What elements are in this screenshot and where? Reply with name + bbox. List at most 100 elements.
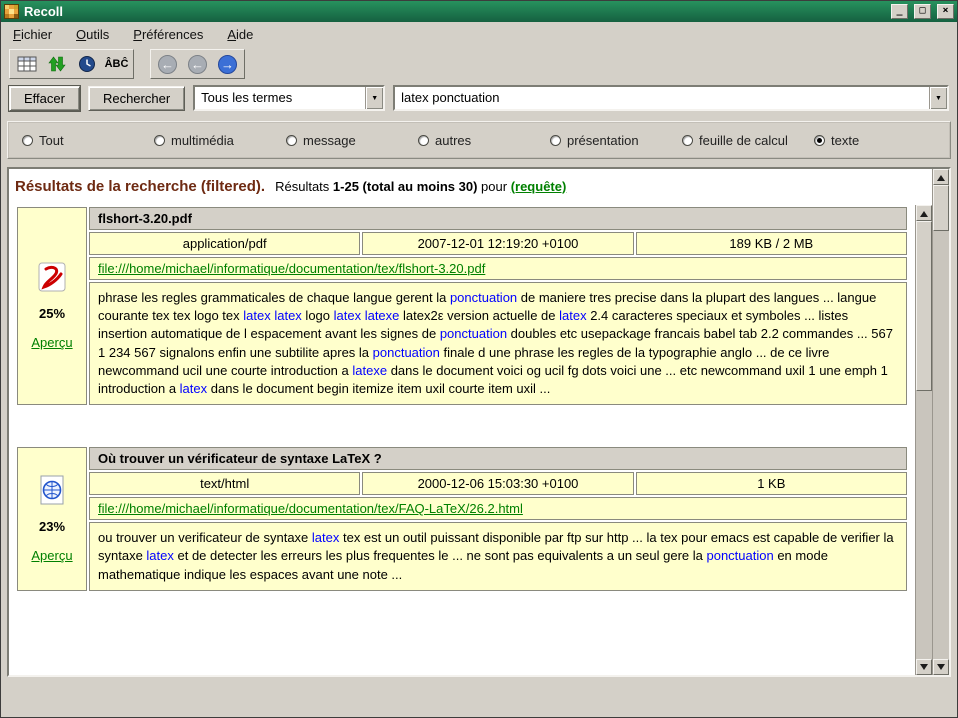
app-icon — [4, 4, 19, 19]
menu-aide[interactable]: Aide — [227, 27, 253, 42]
result-filename: flshort-3.20.pdf — [89, 207, 907, 230]
filter-label: autres — [435, 133, 471, 148]
next-page-button[interactable]: → — [214, 52, 241, 76]
result-meta-row: application/pdf 2007-12-01 12:19:20 +010… — [89, 232, 907, 255]
triangle-up-icon — [920, 207, 928, 217]
search-button[interactable]: Rechercher — [88, 86, 185, 111]
window-title: Recoll — [24, 4, 885, 19]
results-title: Résultats de la recherche (filtered). — [15, 178, 265, 195]
search-mode-value: Tous les termes — [195, 87, 365, 109]
scrollbar-track[interactable] — [916, 391, 932, 659]
result-meta-row: text/html 2000-12-06 15:03:30 +0100 1 KB — [89, 472, 907, 495]
result-size: 1 KB — [636, 472, 907, 495]
history-button[interactable] — [73, 52, 100, 76]
arrow-left-icon: ← — [188, 55, 207, 74]
scrollbar-thumb[interactable] — [933, 185, 949, 231]
filter-label: texte — [831, 133, 859, 148]
filter-feuille-de-calcul[interactable]: feuille de calcul — [682, 133, 814, 148]
result-item: 25% Aperçu flshort-3.20.pdf application/… — [17, 207, 907, 405]
results-scrollbar-outer[interactable] — [932, 169, 949, 675]
result-size: 189 KB / 2 MB — [636, 232, 907, 255]
scrollbar-thumb[interactable] — [916, 221, 932, 391]
table-icon — [17, 55, 37, 73]
clear-search-button[interactable] — [13, 52, 40, 76]
clear-button[interactable]: Effacer — [9, 86, 80, 111]
toolbar: ÂBĈ ← ← → — [1, 47, 957, 81]
radio-icon — [286, 135, 297, 146]
clock-icon — [78, 55, 96, 73]
category-filter-bar: Tout multimédia message autres présentat… — [7, 121, 951, 159]
abc-icon: ÂBĈ — [105, 58, 129, 70]
scroll-up-button[interactable] — [933, 169, 949, 185]
scrollbar-track[interactable] — [933, 231, 949, 659]
triangle-up-icon — [937, 171, 945, 181]
scroll-up-button[interactable] — [916, 205, 932, 221]
filter-texte[interactable]: texte — [814, 133, 859, 148]
chevron-down-icon[interactable]: ▼ — [365, 87, 383, 109]
chevron-down-icon[interactable]: ▼ — [929, 87, 947, 109]
result-percent: 25% — [39, 306, 65, 321]
scroll-down-button[interactable] — [933, 659, 949, 675]
filter-message[interactable]: message — [286, 133, 418, 148]
results-header: Résultats de la recherche (filtered). Ré… — [9, 169, 932, 205]
search-query-input[interactable]: latex ponctuation ▼ — [393, 85, 949, 111]
status-area — [1, 677, 957, 717]
results-panel: Résultats de la recherche (filtered). Ré… — [7, 167, 951, 677]
results-summary-pour: pour — [481, 179, 507, 194]
pdf-doc-icon — [37, 262, 67, 292]
result-url-row: file:///home/michael/informatique/docume… — [89, 497, 907, 520]
search-query-value: latex ponctuation — [395, 87, 929, 109]
results-summary-range: 1-25 (total au moins 30) — [333, 179, 477, 194]
toolbar-main-group: ÂBĈ — [9, 49, 134, 79]
filter-multimedia[interactable]: multimédia — [154, 133, 286, 148]
html-doc-icon — [37, 475, 67, 505]
results-scrollbar-inner[interactable] — [915, 205, 932, 675]
scroll-down-button[interactable] — [916, 659, 932, 675]
result-preview-link[interactable]: Aperçu — [31, 335, 72, 350]
query-link[interactable]: (requête) — [511, 179, 567, 194]
green-arrows-icon — [47, 55, 67, 73]
menu-outils[interactable]: Outils — [76, 27, 109, 42]
result-filename: Où trouver un vérificateur de syntaxe La… — [89, 447, 907, 470]
filter-autres[interactable]: autres — [418, 133, 550, 148]
result-url-row: file:///home/michael/informatique/docume… — [89, 257, 907, 280]
result-abstract: phrase les regles grammaticales de chaqu… — [89, 282, 907, 405]
minimize-button[interactable]: _ — [891, 4, 908, 19]
radio-icon — [22, 135, 33, 146]
filter-label: Tout — [39, 133, 64, 148]
close-button[interactable]: × — [937, 4, 954, 19]
menu-preferences[interactable]: Préférences — [133, 27, 203, 42]
triangle-down-icon — [937, 664, 945, 674]
maximize-button[interactable]: □ — [914, 4, 931, 19]
menubar: Fichier Outils Préférences Aide — [1, 22, 957, 47]
filter-label: feuille de calcul — [699, 133, 788, 148]
result-date: 2007-12-01 12:19:20 +0100 — [362, 232, 633, 255]
filter-presentation[interactable]: présentation — [550, 133, 682, 148]
prev-page-button[interactable]: ← — [184, 52, 211, 76]
update-index-button[interactable] — [43, 52, 70, 76]
result-url-link[interactable]: file:///home/michael/informatique/docume… — [98, 261, 485, 276]
result-abstract: ou trouver un verificateur de syntaxe la… — [89, 522, 907, 591]
result-url-link[interactable]: file:///home/michael/informatique/docume… — [98, 501, 523, 516]
results-list-wrap: 25% Aperçu flshort-3.20.pdf application/… — [9, 205, 932, 675]
radio-icon — [814, 135, 825, 146]
term-explorer-button[interactable]: ÂBĈ — [103, 52, 130, 76]
result-mime: text/html — [89, 472, 360, 495]
result-body: Où trouver un vérificateur de syntaxe La… — [89, 447, 907, 591]
filter-tout[interactable]: Tout — [22, 133, 154, 148]
menu-fichier[interactable]: Fichier — [13, 27, 52, 42]
result-percent: 23% — [39, 519, 65, 534]
results-list: 25% Aperçu flshort-3.20.pdf application/… — [9, 205, 915, 591]
recoll-window: Recoll _ □ × Fichier Outils Préférences … — [0, 0, 958, 718]
result-left-cell: 23% Aperçu — [17, 447, 87, 591]
search-mode-select[interactable]: Tous les termes ▼ — [193, 85, 385, 111]
filter-label: multimédia — [171, 133, 234, 148]
result-item: 23% Aperçu Où trouver un vérificateur de… — [17, 447, 907, 591]
radio-icon — [154, 135, 165, 146]
first-page-button[interactable]: ← — [154, 52, 181, 76]
result-body: flshort-3.20.pdf application/pdf 2007-12… — [89, 207, 907, 405]
toolbar-nav-group: ← ← → — [150, 49, 245, 79]
radio-icon — [550, 135, 561, 146]
filter-label: présentation — [567, 133, 639, 148]
result-preview-link[interactable]: Aperçu — [31, 548, 72, 563]
